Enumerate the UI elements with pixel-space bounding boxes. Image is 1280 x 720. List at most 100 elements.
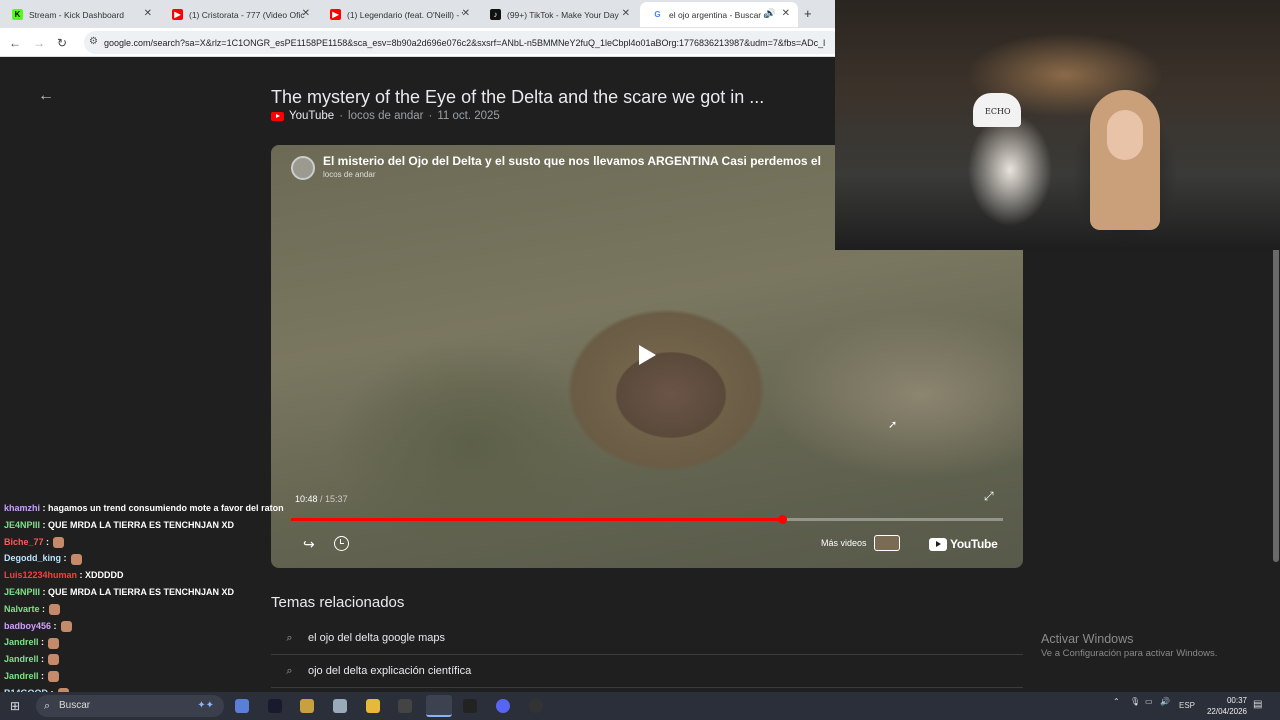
chat-text: : bbox=[53, 620, 57, 631]
related-topics-heading: Temas relacionados bbox=[271, 594, 405, 611]
youtube-icon bbox=[271, 111, 284, 121]
emote-icon bbox=[53, 536, 65, 548]
volume-icon[interactable]: 🔊 bbox=[1160, 697, 1170, 706]
tab-title: (1) Cristorata - 777 (Video Ofici... bbox=[189, 9, 305, 20]
obs-icon[interactable] bbox=[398, 699, 412, 713]
discord-icon[interactable] bbox=[496, 699, 510, 713]
related-topic-item[interactable]: ⌕ el ojo del delta google maps bbox=[271, 622, 1023, 655]
progress-knob[interactable] bbox=[778, 515, 788, 524]
reload-icon[interactable]: ↻ bbox=[57, 36, 67, 50]
activate-windows-title: Activar Windows bbox=[1041, 632, 1134, 646]
cap-logo-text: ECHO bbox=[985, 107, 1011, 116]
channel-name: locos de andar bbox=[348, 110, 424, 122]
chat-text: : QUE MRDA LA TIERRA ES TENCHNJAN XD bbox=[42, 519, 235, 530]
chevron-up-icon[interactable]: ⌃ bbox=[1113, 697, 1120, 706]
tab-youtube-2[interactable]: ▶ (1) Legendario (feat. O'Neill) - Y ✕ bbox=[318, 2, 478, 27]
back-icon[interactable]: ← bbox=[9, 36, 21, 50]
tab-kick[interactable]: K Stream - Kick Dashboard ✕ bbox=[0, 2, 160, 27]
emote-icon bbox=[48, 637, 60, 649]
chat-message: Nalvarte : bbox=[4, 603, 61, 615]
youtube-logo[interactable]: YouTube bbox=[929, 537, 998, 551]
live-icon[interactable] bbox=[268, 699, 282, 713]
related-topic-label: el ojo del delta google maps bbox=[308, 632, 445, 644]
chat-username[interactable]: JE4NPIII bbox=[4, 520, 40, 530]
progress-bar[interactable] bbox=[291, 515, 1003, 524]
tab-youtube-1[interactable]: ▶ (1) Cristorata - 777 (Video Ofici... ✕ bbox=[160, 2, 318, 27]
play-icon[interactable] bbox=[639, 345, 656, 365]
related-topic-label: ojo del delta explicación científica bbox=[308, 665, 472, 677]
chat-message: JE4NPIII : QUE MRDA LA TIERRA ES TENCHNJ… bbox=[4, 587, 234, 597]
speaker-icon[interactable]: 🔊 bbox=[765, 8, 776, 19]
url-field[interactable]: ⚙ google.com/search?sa=X&rlz=1C1ONGR_esP… bbox=[84, 31, 844, 54]
video-result-meta: YouTube · locos de andar · 11 oct. 2025 bbox=[271, 110, 500, 122]
watch-later-icon[interactable] bbox=[334, 536, 349, 551]
more-videos-thumbnail[interactable] bbox=[874, 535, 900, 551]
sparkle-icon: ✦✦ bbox=[197, 700, 214, 711]
folder-icon[interactable] bbox=[366, 699, 380, 713]
tab-google-search[interactable]: G el ojo argentina - Buscar co 🔊 ✕ bbox=[640, 2, 798, 27]
app-icon[interactable] bbox=[463, 699, 477, 713]
channel-avatar[interactable] bbox=[291, 156, 315, 180]
chat-message: Luis12234human : XDDDDD bbox=[4, 570, 124, 580]
activate-windows-subtitle: Ve a Configuración para activar Windows. bbox=[1041, 648, 1218, 659]
youtube-icon: ▶ bbox=[172, 9, 183, 20]
fullscreen-icon[interactable]: ⤢ bbox=[984, 489, 994, 504]
emote-icon bbox=[48, 654, 60, 666]
language-indicator[interactable]: ESP bbox=[1179, 701, 1195, 710]
scrollbar[interactable] bbox=[1273, 247, 1279, 562]
chat-message: Biche_77 : bbox=[4, 536, 65, 548]
share-icon[interactable]: ↪ bbox=[303, 536, 315, 553]
tab-title: Stream - Kick Dashboard bbox=[29, 9, 124, 20]
close-tab-icon[interactable]: ✕ bbox=[462, 8, 470, 19]
network-icon[interactable]: ▭ bbox=[1145, 697, 1153, 706]
chat-message: Jandrell : bbox=[4, 671, 60, 683]
clock[interactable]: 00:37 22/04/2026 bbox=[1199, 695, 1247, 717]
tiktok-icon: ♪ bbox=[490, 9, 501, 20]
back-arrow-icon[interactable]: ← bbox=[38, 87, 54, 105]
progress-fill bbox=[291, 518, 783, 521]
new-tab-button[interactable]: + bbox=[804, 6, 812, 21]
chat-username[interactable]: khamzhi bbox=[4, 503, 40, 513]
video-result-title[interactable]: The mystery of the Eye of the Delta and … bbox=[271, 87, 764, 108]
chat-username[interactable]: JE4NPIII bbox=[4, 587, 40, 597]
chat-username[interactable]: Jandrell bbox=[4, 654, 39, 664]
emote-icon bbox=[49, 603, 61, 615]
chat-username[interactable]: Jandrell bbox=[4, 637, 39, 647]
player-video-title[interactable]: El misterio del Ojo del Delta y el susto… bbox=[323, 154, 821, 168]
close-tab-icon[interactable]: ✕ bbox=[782, 8, 790, 19]
copilot-icon[interactable] bbox=[235, 699, 249, 713]
close-tab-icon[interactable]: ✕ bbox=[622, 8, 630, 19]
site-info-icon[interactable]: ⚙ bbox=[89, 36, 98, 47]
emote-icon bbox=[70, 553, 82, 565]
chat-username[interactable]: Biche_77 bbox=[4, 537, 44, 547]
media-player-icon[interactable] bbox=[529, 699, 543, 713]
chat-text: : bbox=[41, 654, 45, 665]
notification-icon[interactable]: ▤ bbox=[1253, 699, 1262, 710]
taskbar-search[interactable]: ⌕ Buscar ✦✦ bbox=[36, 695, 224, 717]
forward-icon[interactable]: → bbox=[33, 36, 45, 50]
chat-username[interactable]: badboy456 bbox=[4, 621, 51, 631]
tab-tiktok[interactable]: ♪ (99+) TikTok - Make Your Day ✕ bbox=[478, 2, 638, 27]
file-icon[interactable] bbox=[333, 699, 347, 713]
app-icon[interactable] bbox=[300, 699, 314, 713]
close-tab-icon[interactable]: ✕ bbox=[302, 8, 310, 19]
player-channel-name[interactable]: locos de andar bbox=[323, 170, 375, 179]
clock-date: 22/04/2026 bbox=[1206, 707, 1247, 716]
youtube-icon: ▶ bbox=[330, 9, 341, 20]
windows-start-icon[interactable]: ⊞ bbox=[10, 699, 20, 713]
chat-message: Degodd_king : bbox=[4, 553, 82, 565]
more-videos-label[interactable]: Más videos bbox=[821, 538, 867, 548]
chat-username[interactable]: Degodd_king bbox=[4, 553, 61, 563]
chat-username[interactable]: Jandrell bbox=[4, 671, 39, 681]
close-tab-icon[interactable]: ✕ bbox=[144, 8, 152, 19]
chrome-icon[interactable] bbox=[426, 695, 452, 717]
chat-username[interactable]: Nalvarte bbox=[4, 604, 40, 614]
clock-time: 00:37 bbox=[1226, 696, 1247, 705]
person-face bbox=[1107, 110, 1143, 160]
mic-icon[interactable]: 🎙 bbox=[1130, 697, 1140, 706]
source-name: YouTube bbox=[289, 110, 335, 122]
related-topic-item[interactable]: ⌕ ojo del delta explicación científica bbox=[271, 655, 1023, 688]
chat-username[interactable]: Luis12234human bbox=[4, 570, 77, 580]
chat-text: : bbox=[42, 603, 46, 614]
mouse-cursor-icon: ➚ bbox=[888, 419, 898, 431]
